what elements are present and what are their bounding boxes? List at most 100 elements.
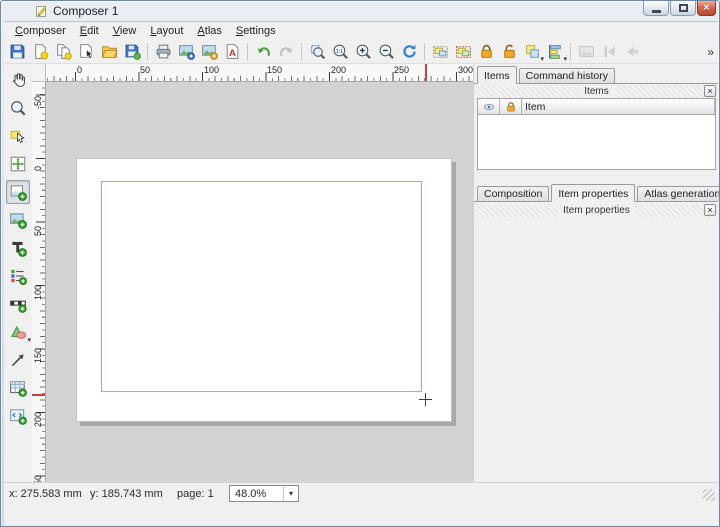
export-as-svg-button[interactable] bbox=[198, 41, 220, 63]
chevron-down-icon[interactable]: ▾ bbox=[283, 486, 298, 501]
window-resize-grip[interactable] bbox=[703, 489, 715, 501]
item-column-header[interactable]: Item bbox=[522, 99, 715, 114]
zoom-out-button[interactable] bbox=[375, 41, 397, 63]
add-attribute-table-button[interactable] bbox=[6, 376, 30, 400]
export-as-image-button[interactable] bbox=[175, 41, 197, 63]
duplicate-composition-icon bbox=[55, 43, 72, 60]
menu-composer[interactable]: Composer bbox=[8, 23, 73, 39]
title-bar[interactable]: Composer 1 × bbox=[1, 1, 719, 21]
export-as-svg-icon bbox=[201, 43, 218, 60]
zoom-in-icon bbox=[355, 43, 372, 60]
visibility-column-header[interactable] bbox=[478, 99, 500, 114]
tab-command-history[interactable]: Command history bbox=[519, 68, 615, 83]
atlas-preview-icon bbox=[578, 43, 595, 60]
items-dock-title: Items bbox=[578, 86, 614, 98]
zoom-actual-size-button[interactable]: 1:1 bbox=[329, 41, 351, 63]
add-attribute-table-icon bbox=[9, 379, 27, 397]
zoom-tool-button[interactable] bbox=[6, 96, 30, 120]
composition-canvas[interactable] bbox=[46, 82, 474, 489]
menu-edit[interactable]: Edit bbox=[73, 23, 106, 39]
unlock-all-items-button[interactable] bbox=[498, 41, 520, 63]
menu-view[interactable]: View bbox=[106, 23, 144, 39]
move-item-content-button[interactable] bbox=[6, 152, 30, 176]
pan-tool-button[interactable] bbox=[6, 68, 30, 92]
composer-manager-button[interactable] bbox=[75, 41, 97, 63]
undo-icon bbox=[255, 43, 272, 60]
print-button[interactable] bbox=[152, 41, 174, 63]
add-new-map-button[interactable] bbox=[6, 180, 30, 204]
load-from-template-icon bbox=[101, 43, 118, 60]
cursor-x-readout: x: 275.583 mm bbox=[9, 488, 82, 500]
group-items-icon bbox=[432, 43, 449, 60]
export-as-pdf-icon: A bbox=[224, 43, 241, 60]
top-tab-bar: Items Command history bbox=[474, 66, 718, 84]
svg-text:1:1: 1:1 bbox=[335, 49, 342, 55]
raise-selected-items-button[interactable]: ▾ bbox=[521, 41, 543, 63]
save-as-template-icon bbox=[124, 43, 141, 60]
tab-items[interactable]: Items bbox=[477, 66, 517, 84]
composer-manager-icon bbox=[78, 43, 95, 60]
undo-button[interactable] bbox=[252, 41, 274, 63]
lock-column-header[interactable] bbox=[500, 99, 522, 114]
eye-icon bbox=[483, 101, 495, 113]
export-as-image-icon bbox=[178, 43, 195, 60]
group-items-button[interactable] bbox=[429, 41, 451, 63]
item-properties-dock-titlebar[interactable]: Item properties × bbox=[476, 204, 717, 217]
menu-atlas[interactable]: Atlas bbox=[190, 23, 228, 39]
zoom-full-extent-button[interactable] bbox=[306, 41, 328, 63]
atlas-previous-feature-button[interactable] bbox=[621, 41, 643, 63]
lock-selected-items-button[interactable] bbox=[475, 41, 497, 63]
vertical-ruler: -50 0 50 100 150 200 250 bbox=[32, 82, 46, 489]
add-basic-shape-button[interactable]: ▾ bbox=[6, 320, 30, 344]
atlas-first-feature-button[interactable] bbox=[598, 41, 620, 63]
tab-composition[interactable]: Composition bbox=[477, 186, 549, 201]
refresh-view-icon bbox=[401, 43, 418, 60]
select-move-item-button[interactable] bbox=[6, 124, 30, 148]
maximize-button[interactable] bbox=[670, 1, 696, 16]
save-as-template-button[interactable] bbox=[121, 41, 143, 63]
refresh-view-button[interactable] bbox=[398, 41, 420, 63]
items-dock-titlebar[interactable]: Items × bbox=[476, 85, 717, 98]
save-project-icon bbox=[9, 43, 26, 60]
close-icon[interactable]: × bbox=[704, 85, 716, 97]
ruler-label: -50 bbox=[33, 96, 43, 109]
add-html-frame-button[interactable] bbox=[6, 404, 30, 428]
tab-atlas-generation[interactable]: Atlas generation bbox=[637, 186, 720, 201]
previous-feature-icon bbox=[624, 43, 641, 60]
ungroup-items-button[interactable] bbox=[452, 41, 474, 63]
select-move-item-icon bbox=[9, 127, 27, 145]
load-from-template-button[interactable] bbox=[98, 41, 120, 63]
zoom-out-icon bbox=[378, 43, 395, 60]
unlock-icon bbox=[501, 43, 518, 60]
zoom-actual-size-icon: 1:1 bbox=[332, 43, 349, 60]
items-table-header: Item bbox=[478, 99, 715, 115]
export-as-pdf-button[interactable]: A bbox=[221, 41, 243, 63]
toolbar-overflow-button[interactable]: » bbox=[707, 45, 714, 59]
close-button[interactable]: × bbox=[697, 1, 716, 16]
add-image-button[interactable] bbox=[6, 208, 30, 232]
toolbar-separator bbox=[247, 43, 248, 61]
add-new-label-button[interactable] bbox=[6, 236, 30, 260]
add-new-scalebar-button[interactable] bbox=[6, 292, 30, 316]
minimize-button[interactable] bbox=[643, 1, 669, 16]
duplicate-composition-button[interactable] bbox=[52, 41, 74, 63]
add-new-legend-button[interactable] bbox=[6, 264, 30, 288]
add-arrow-button[interactable] bbox=[6, 348, 30, 372]
redo-button[interactable] bbox=[275, 41, 297, 63]
svg-text:A: A bbox=[229, 48, 236, 59]
zoom-level-combobox[interactable]: 48.0% ▾ bbox=[229, 485, 299, 502]
items-table[interactable]: Item bbox=[477, 98, 716, 170]
atlas-preview-button[interactable] bbox=[575, 41, 597, 63]
close-icon[interactable]: × bbox=[704, 204, 716, 216]
zoom-in-button[interactable] bbox=[352, 41, 374, 63]
ruler-label: 200 bbox=[331, 65, 346, 75]
new-composition-button[interactable] bbox=[29, 41, 51, 63]
save-project-button[interactable] bbox=[6, 41, 28, 63]
menu-layout[interactable]: Layout bbox=[143, 23, 190, 39]
composer-window: Composer 1 × Composer Edit View Layout A… bbox=[0, 0, 720, 527]
page-readout: page: 1 bbox=[177, 488, 214, 500]
menu-settings[interactable]: Settings bbox=[229, 23, 283, 39]
align-items-button[interactable]: ▾ bbox=[544, 41, 566, 63]
client-area: Composer Edit View Layout Atlas Settings… bbox=[4, 21, 718, 525]
tab-item-properties[interactable]: Item properties bbox=[551, 184, 635, 202]
